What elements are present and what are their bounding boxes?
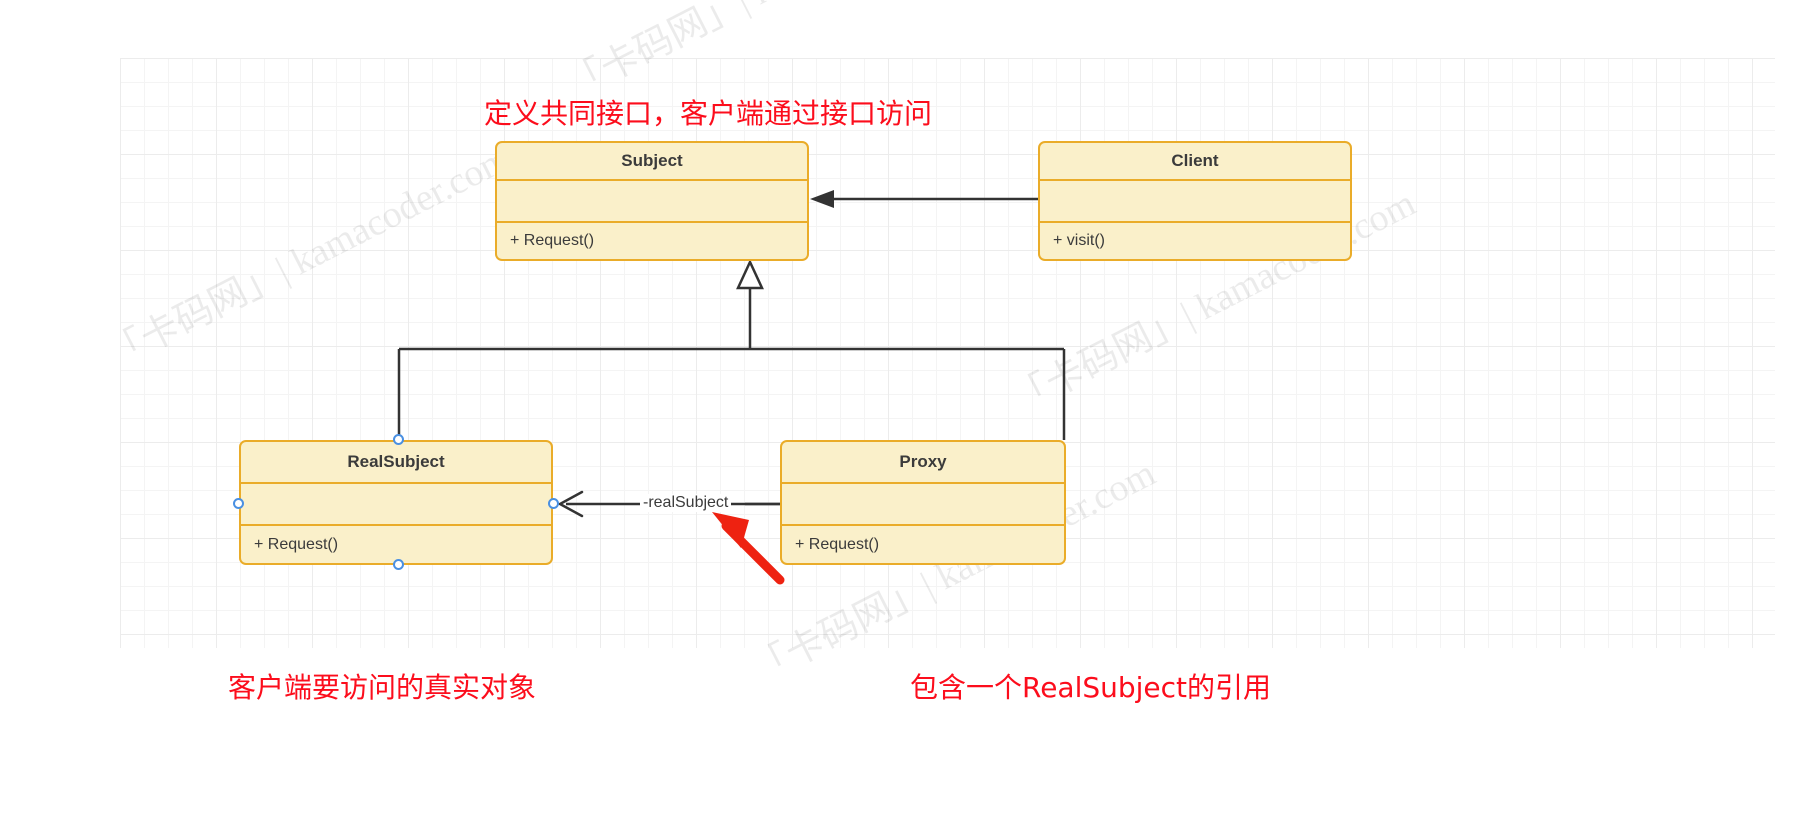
class-name-realsubject: RealSubject — [241, 442, 551, 484]
class-name-proxy: Proxy — [782, 442, 1064, 484]
class-box-client[interactable]: Client + visit() — [1038, 141, 1352, 261]
diagram-canvas: 「卡码网」| kamacoder.com 「卡码网」| kamacoder.co… — [0, 0, 1804, 816]
class-operation-realsubject: + Request() — [254, 535, 339, 553]
class-attributes-subject — [497, 181, 807, 223]
edge-label-realsubject: -realSubject — [640, 494, 732, 512]
annotation-subject: 定义共同接口，客户端通过接口访问 — [484, 97, 933, 130]
connection-handle-left[interactable] — [233, 498, 244, 509]
class-attributes-client — [1040, 181, 1350, 223]
annotation-realsubject: 客户端要访问的真实对象 — [228, 671, 537, 704]
class-name-client: Client — [1040, 143, 1350, 181]
class-attributes-realsubject — [241, 484, 551, 526]
class-operation-client: + visit() — [1053, 232, 1105, 249]
class-box-realsubject[interactable]: RealSubject + Request() — [239, 440, 553, 565]
class-name-subject: Subject — [497, 143, 807, 181]
connection-handle-top[interactable] — [393, 434, 404, 445]
class-operation-proxy: + Request() — [795, 535, 880, 553]
connection-handle-bottom[interactable] — [393, 559, 404, 570]
class-box-subject[interactable]: Subject + Request() — [495, 141, 809, 261]
class-attributes-proxy — [782, 484, 1064, 526]
class-operation-subject: + Request() — [510, 232, 595, 249]
class-box-proxy[interactable]: Proxy + Request() — [780, 440, 1066, 565]
connection-handle-right[interactable] — [548, 498, 559, 509]
annotation-proxy: 包含一个RealSubject的引用 — [910, 671, 1272, 704]
